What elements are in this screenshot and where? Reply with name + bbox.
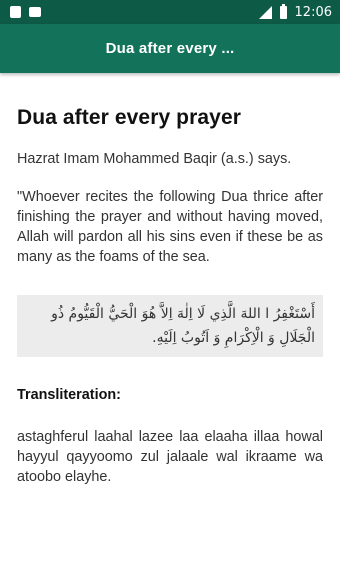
battery-icon [279, 3, 287, 19]
status-left [10, 6, 41, 18]
attribution-text: Hazrat Imam Mohammed Baqir (a.s.) says. [17, 151, 292, 167]
notification-icon [10, 6, 21, 18]
status-time: 12:06 [294, 4, 332, 20]
notification-icon-2 [29, 7, 41, 17]
status-right: 12:06 [258, 3, 332, 20]
transliteration-text: astaghferul laahal lazee laa elaaha illa… [17, 429, 323, 485]
app-bar: Dua after every ... [0, 24, 340, 73]
quote-text: "Whoever recites the following Dua thric… [17, 189, 323, 265]
content[interactable]: Dua after every prayer Hazrat Imam Moham… [17, 106, 323, 487]
signal-icon [258, 5, 272, 19]
app-bar-title: Dua after every ... [105, 40, 235, 57]
page-title: Dua after every prayer [17, 106, 241, 129]
status-bar: 12:06 [0, 0, 340, 24]
arabic-dua-text: أَسْتَغْفِرُ ا اللهَ الَّذِي لَا اِلٰهَ … [17, 295, 323, 357]
transliteration-label: Transliteration: [17, 387, 121, 403]
